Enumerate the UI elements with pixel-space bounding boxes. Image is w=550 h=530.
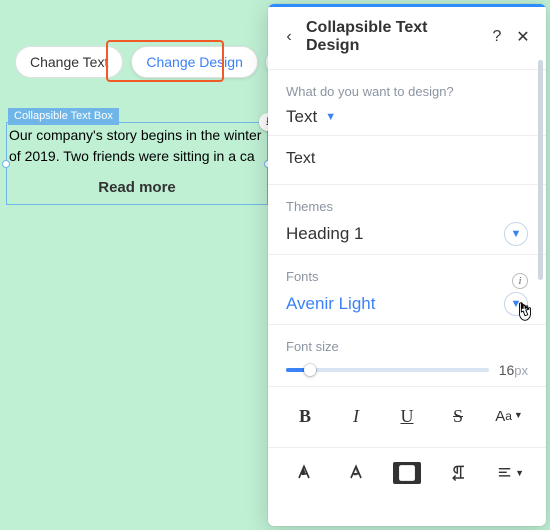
chevron-down-icon: ▼ [504, 222, 528, 246]
fonts-label: Fonts [286, 269, 319, 284]
underline-button[interactable]: U [392, 403, 422, 429]
align-button[interactable]: ▼ [496, 462, 524, 484]
back-icon[interactable]: ‹ [280, 29, 298, 45]
text-color-button[interactable] [290, 462, 318, 484]
design-target-value: Text [286, 107, 317, 127]
chevron-down-icon: ▼ [504, 292, 528, 316]
close-icon[interactable]: ✕ [514, 27, 532, 47]
strike-button[interactable]: S [443, 403, 473, 429]
design-panel: ‹ Collapsible Text Design ? ✕ What do yo… [268, 4, 546, 526]
design-question-label: What do you want to design? [286, 84, 528, 99]
font-size-section: Font size 16px [268, 325, 546, 386]
italic-button[interactable]: I [341, 403, 371, 429]
text-direction-button[interactable] [445, 462, 473, 484]
read-more-link[interactable]: Read more [7, 173, 267, 196]
collapsible-text-box[interactable]: ⭳ Our company's story begins in the wint… [6, 122, 268, 205]
font-size-label: Font size [286, 339, 528, 354]
bold-button[interactable]: B [290, 403, 320, 429]
text-subsection-title: Text [268, 136, 546, 184]
panel-title: Collapsible Text Design [306, 19, 480, 55]
chevron-down-icon: ▼ [325, 111, 336, 123]
fonts-value: Avenir Light [286, 294, 375, 314]
text-style-row: ▼ [268, 448, 546, 502]
info-icon[interactable]: i [512, 273, 528, 289]
slider-knob[interactable] [304, 364, 316, 376]
text-format-row: B I U S Aa▼ [268, 387, 546, 447]
help-icon[interactable]: ? [488, 28, 506, 46]
themes-section: Themes Heading 1 ▼ [268, 185, 546, 254]
themes-value: Heading 1 [286, 224, 364, 244]
resize-handle-left[interactable] [2, 160, 10, 168]
fonts-section: Fonts i Avenir Light ▼ [268, 255, 546, 324]
change-design-button[interactable]: Change Design [131, 46, 258, 78]
highlight-button[interactable] [393, 462, 421, 484]
fonts-select[interactable]: Avenir Light ▼ [286, 292, 528, 316]
change-text-button[interactable]: Change Text [15, 46, 123, 78]
design-target-select[interactable]: Text ▼ [286, 107, 528, 127]
font-size-value: 16px [499, 362, 528, 378]
themes-select[interactable]: Heading 1 ▼ [286, 222, 528, 246]
panel-header: ‹ Collapsible Text Design ? ✕ [268, 7, 546, 69]
themes-label: Themes [286, 199, 528, 214]
text-body: Our company's story begins in the winter… [7, 125, 267, 173]
text-case-button[interactable]: Aa▼ [494, 403, 524, 429]
design-target-section: What do you want to design? Text ▼ [268, 70, 546, 135]
text-outline-button[interactable] [342, 462, 370, 484]
element-toolbar: Change Text Change Design [15, 46, 296, 78]
font-size-slider[interactable] [286, 368, 489, 372]
scrollbar[interactable] [538, 60, 543, 280]
